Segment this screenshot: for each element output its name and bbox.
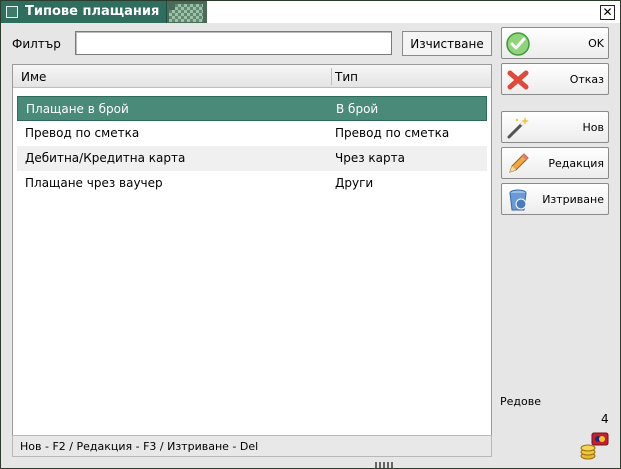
table-row[interactable]: Превод по сметка Превод по сметка <box>17 121 487 146</box>
filter-input[interactable] <box>75 31 392 55</box>
column-header-type[interactable]: Тип <box>335 70 358 84</box>
row-type: В брой <box>336 102 379 116</box>
list-header: Име Тип <box>13 65 491 88</box>
cancel-button[interactable]: Отказ <box>501 63 609 95</box>
table-row[interactable]: Дебитна/Кредитна карта Чрез карта <box>17 146 487 171</box>
row-name: Дебитна/Кредитна карта <box>25 151 186 165</box>
column-header-name[interactable]: Име <box>21 70 46 84</box>
ok-button[interactable]: OK <box>501 27 609 59</box>
title-bar-fill <box>207 1 620 23</box>
coins-icon <box>580 432 609 460</box>
table-row[interactable]: Плащане чрез ваучер Други <box>17 171 487 196</box>
payment-types-window: Типове плащания ✕ Филтър Изчистване Име … <box>0 0 621 469</box>
payment-types-list[interactable]: Име Тип Плащане в брой В брой Превод по … <box>12 64 492 454</box>
row-type: Чрез карта <box>335 151 405 165</box>
delete-label: Изтриване <box>542 193 604 206</box>
resize-grip[interactable] <box>375 462 393 468</box>
rows-count: 4 <box>601 412 609 426</box>
recycle-bin-icon <box>509 189 527 211</box>
ok-label: OK <box>588 37 604 50</box>
window-icon <box>6 6 18 18</box>
check-circle-icon <box>506 32 530 56</box>
column-divider[interactable] <box>331 68 332 85</box>
row-name: Превод по сметка <box>25 126 140 140</box>
edit-label: Редакция <box>548 157 604 170</box>
cancel-label: Отказ <box>569 73 604 86</box>
row-name: Плащане в брой <box>26 102 129 116</box>
row-type: Превод по сметка <box>335 126 450 140</box>
new-label: Нов <box>582 121 604 134</box>
magic-wand-icon <box>507 117 529 139</box>
shortcut-hint: Нов - F2 / Редакция - F3 / Изтриване - D… <box>12 435 492 457</box>
rows-label: Редове <box>500 395 541 408</box>
filter-label: Филтър <box>12 37 61 51</box>
title-bar[interactable]: Типове плащания ✕ <box>1 1 620 23</box>
delete-button[interactable]: Изтриване <box>501 183 609 215</box>
row-type: Други <box>335 176 374 190</box>
dialog-content: Филтър Изчистване Име Тип Плащане в брой… <box>1 23 620 468</box>
table-row[interactable]: Плащане в брой В брой <box>17 96 487 121</box>
close-icon[interactable]: ✕ <box>600 5 615 20</box>
window-title: Типове плащания <box>25 4 160 19</box>
edit-button[interactable]: Редакция <box>501 147 609 179</box>
title-tab: Типове плащания <box>1 1 167 23</box>
new-button[interactable]: Нов <box>501 111 609 143</box>
clear-button[interactable]: Изчистване <box>402 31 492 56</box>
pencil-icon <box>509 153 529 173</box>
row-name: Плащане чрез ваучер <box>25 176 163 190</box>
red-x-icon <box>507 70 529 90</box>
title-decoration <box>169 4 203 22</box>
